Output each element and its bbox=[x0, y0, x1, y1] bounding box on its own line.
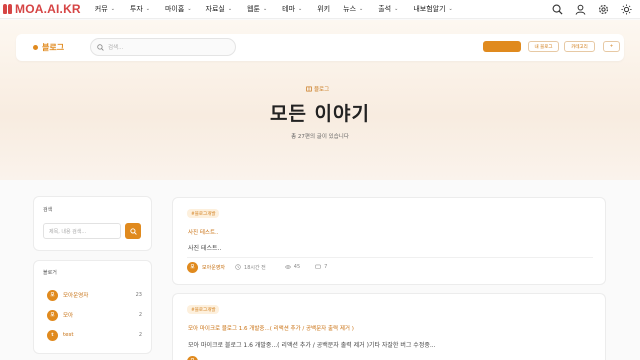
nav-item-community[interactable]: 커뮤 ⌄ bbox=[95, 4, 115, 14]
blog-home-link[interactable]: 블로그 bbox=[33, 42, 64, 53]
logo-text: MOA.AI.KR bbox=[15, 2, 81, 16]
blogger-item[interactable]: 모 모아 2 bbox=[47, 309, 142, 321]
nav-label: 출석 bbox=[378, 5, 392, 13]
comment-icon bbox=[315, 264, 321, 269]
site-logo[interactable]: MOA.AI.KR bbox=[3, 2, 81, 16]
sun-icon[interactable] bbox=[621, 4, 632, 15]
chevron-down-icon: ⌄ bbox=[448, 6, 453, 12]
nav-item-attendance[interactable]: 출석 ⌄ bbox=[378, 4, 398, 14]
add-button[interactable]: + bbox=[603, 41, 620, 52]
blogger-post-count: 2 bbox=[138, 332, 142, 338]
nav-item-insurance[interactable]: 내보험알기 ⌄ bbox=[413, 4, 452, 14]
post-meta: 모 모아운영자 18시간 전 45 7 bbox=[187, 261, 327, 273]
chevron-down-icon: ⌄ bbox=[187, 6, 192, 12]
post-excerpt: 사진 테스트.. bbox=[188, 245, 222, 252]
sidebar-bloggers-title: 블로거 bbox=[43, 270, 57, 276]
search-icon bbox=[97, 43, 104, 51]
chevron-down-icon: ⌄ bbox=[145, 6, 150, 12]
post-excerpt: 모아 마이크로 블로그 1.6 개발중...( 리액션 추가 / 공백문자 출력… bbox=[188, 342, 436, 349]
post-title[interactable]: 모아 마이크로 블로그 1.6 개발중...( 리액션 추가 / 공백문자 출력… bbox=[188, 324, 354, 332]
avatar: 모 bbox=[47, 309, 58, 321]
post-card[interactable]: #블로그개발 사진 테스트.. 사진 테스트.. 모 모아운영자 18시간 전 … bbox=[172, 197, 606, 285]
post-author[interactable]: 모아운영자 bbox=[202, 264, 225, 271]
post-meta: 모 bbox=[187, 355, 198, 360]
chevron-down-icon: ⌄ bbox=[227, 6, 233, 12]
blogger-item[interactable]: t test 2 bbox=[47, 329, 142, 341]
nav-item-webtoon[interactable]: 웹툰 ⌄ bbox=[247, 4, 267, 14]
search-placeholder: 제목, 내용 검색... bbox=[49, 228, 87, 235]
blog-search-input[interactable]: 검색... bbox=[90, 38, 236, 56]
user-icon[interactable] bbox=[575, 4, 586, 15]
chevron-down-icon: ⌄ bbox=[110, 6, 115, 12]
post-comments: 7 bbox=[315, 264, 327, 270]
post-time: 18시간 전 bbox=[235, 264, 266, 271]
sidebar-search-title: 검색 bbox=[43, 207, 53, 213]
post-tag[interactable]: #블로그개발 bbox=[187, 209, 220, 218]
blogger-item[interactable]: 모 모아운영자 23 bbox=[47, 289, 142, 301]
book-icon bbox=[306, 86, 312, 92]
write-button[interactable] bbox=[483, 41, 521, 52]
search-placeholder: 검색... bbox=[108, 45, 124, 51]
nav-item-invest[interactable]: 투자 ⌄ bbox=[130, 4, 150, 14]
top-navbar: MOA.AI.KR 커뮤 ⌄ 투자 ⌄ 마이홈 ⌄ 자료실 ⌄ 웹툰 ⌄ 테마 ⌄ 위키 뉴… bbox=[0, 0, 640, 19]
nav-item-archive[interactable]: 자료실 ⌄ bbox=[206, 4, 233, 14]
nav-item-news[interactable]: 뉴스 ⌄ bbox=[343, 4, 363, 14]
chevron-down-icon: ⌄ bbox=[298, 6, 303, 12]
sidebar-search-button[interactable] bbox=[125, 223, 141, 239]
logo-icon bbox=[3, 4, 12, 14]
nav-item-wiki[interactable]: 위키 bbox=[317, 4, 330, 14]
gear-icon[interactable] bbox=[598, 4, 609, 15]
nav-label: 위키 bbox=[317, 5, 331, 13]
nav-label: 커뮤 bbox=[94, 5, 108, 13]
nav-label: 마이홈 bbox=[164, 5, 185, 13]
nav-label: 뉴스 bbox=[343, 5, 357, 13]
clock-icon bbox=[235, 264, 241, 270]
sidebar-bloggers-card: 블로거 모 모아운영자 23 모 모아 2 t test 2 bbox=[33, 260, 152, 354]
blogger-name: 모아운영자 bbox=[63, 293, 89, 299]
nav-label: 테마 bbox=[282, 5, 296, 13]
nav-label: 내보험알기 bbox=[413, 5, 446, 13]
nav-item-theme[interactable]: 테마 ⌄ bbox=[282, 4, 302, 14]
blog-badge-label: 블로그 bbox=[314, 87, 330, 93]
nav-item-myhome[interactable]: 마이홈 ⌄ bbox=[165, 4, 192, 14]
chevron-down-icon: ⌄ bbox=[262, 6, 268, 12]
sidebar-search-input[interactable]: 제목, 내용 검색... bbox=[43, 223, 121, 239]
nav-label: 자료실 bbox=[205, 5, 225, 13]
post-comments-count: 7 bbox=[324, 264, 328, 270]
post-views: 45 bbox=[284, 264, 301, 270]
avatar: 모 bbox=[187, 355, 198, 360]
blog-label: 블로그 bbox=[42, 43, 65, 52]
chevron-down-icon: ⌄ bbox=[359, 6, 364, 12]
post-time-label: 18시간 전 bbox=[244, 264, 266, 271]
nav-actions bbox=[552, 0, 632, 19]
blog-subbar: 블로그 검색... 내 블로그 카테고리 + bbox=[16, 34, 624, 61]
divider bbox=[187, 257, 593, 258]
main-nav: 커뮤 ⌄ 투자 ⌄ 마이홈 ⌄ 자료실 ⌄ 웹툰 ⌄ 테마 ⌄ 위키 뉴스 ⌄ 출석 ⌄ 내보험… bbox=[95, 4, 453, 14]
page-title: 모든 이야기 bbox=[269, 103, 370, 125]
page-subtitle: 총 27편의 글이 있습니다 bbox=[291, 134, 349, 140]
blogger-post-count: 2 bbox=[138, 312, 142, 318]
chevron-down-icon: ⌄ bbox=[394, 6, 399, 12]
post-title[interactable]: 사진 테스트.. bbox=[188, 228, 219, 236]
search-icon[interactable] bbox=[552, 4, 563, 15]
avatar: 모 bbox=[187, 261, 198, 273]
my-blog-button[interactable]: 내 블로그 bbox=[528, 41, 559, 52]
blogger-name: test bbox=[63, 332, 74, 338]
avatar: t bbox=[47, 329, 58, 341]
post-card[interactable]: #블로그개발 모아 마이크로 블로그 1.6 개발중...( 리액션 추가 / … bbox=[172, 293, 606, 360]
blogger-name: 모아 bbox=[63, 313, 74, 319]
post-views-count: 45 bbox=[293, 264, 301, 270]
dot-icon bbox=[33, 45, 38, 50]
sidebar-search-card: 검색 제목, 내용 검색... bbox=[33, 196, 152, 251]
category-button[interactable]: 카테고리 bbox=[564, 41, 595, 52]
nav-label: 웹툰 bbox=[247, 5, 260, 13]
blogger-post-count: 23 bbox=[135, 292, 142, 298]
blog-badge: 블로그 bbox=[306, 85, 329, 93]
nav-label: 투자 bbox=[129, 5, 143, 13]
search-icon bbox=[129, 227, 137, 235]
post-tag[interactable]: #블로그개발 bbox=[187, 305, 220, 314]
eye-icon bbox=[284, 265, 291, 269]
avatar: 모 bbox=[47, 289, 58, 301]
